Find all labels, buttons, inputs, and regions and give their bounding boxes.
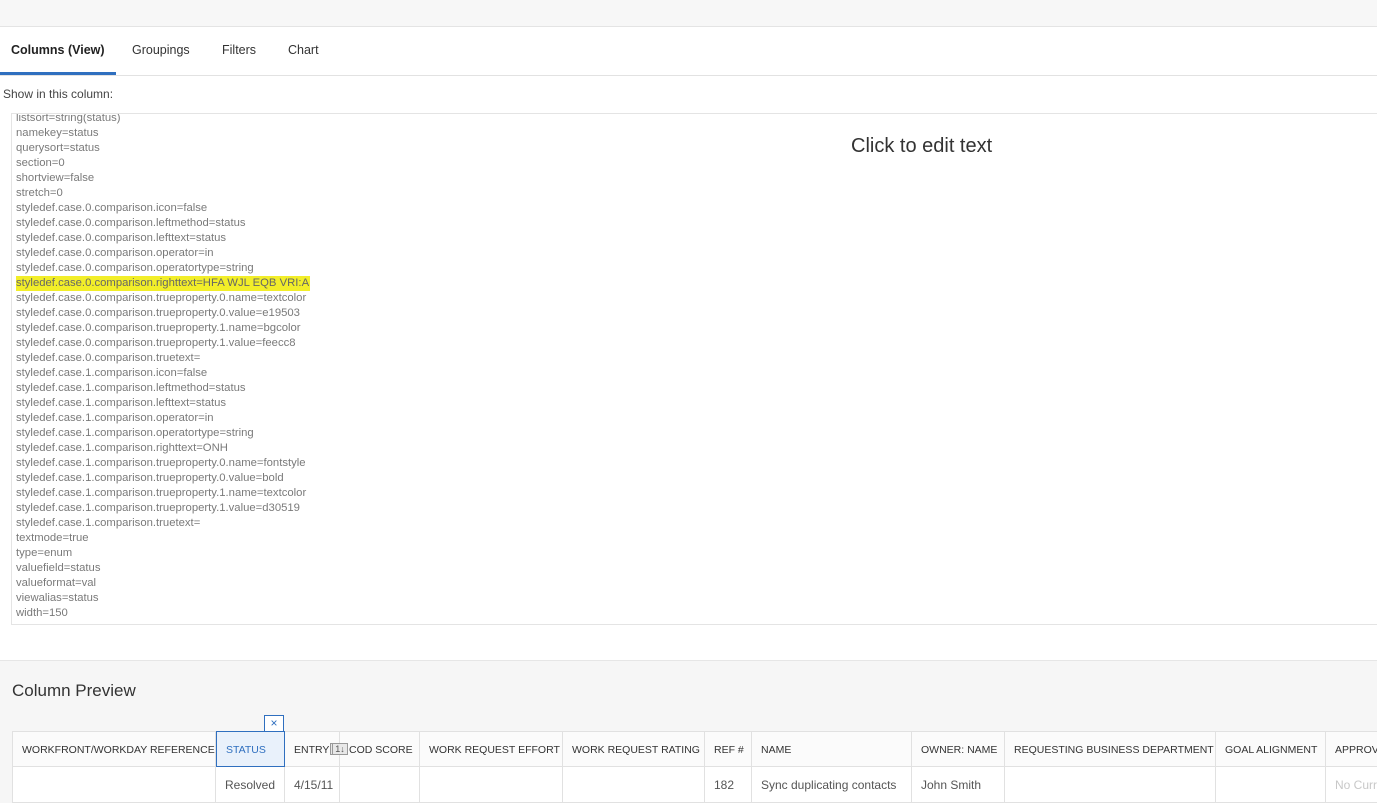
editor-line: textmode=true xyxy=(16,532,89,544)
editor-line: styledef.case.1.comparison.operator=in xyxy=(16,412,214,424)
preview-column-approval[interactable]: APPROV No Curr xyxy=(1326,731,1377,803)
editor-line: styledef.case.1.comparison.icon=false xyxy=(16,367,208,379)
preview-cell: Sync duplicating contacts xyxy=(752,767,912,803)
column-header[interactable]: GOAL ALIGNMENT xyxy=(1216,731,1326,767)
preview-cell xyxy=(340,767,420,803)
sort-order-badge: 1↓ xyxy=(332,743,348,755)
editor-line: shortview=false xyxy=(16,172,95,184)
column-header-label: REQUESTING BUSINESS DEPARTMENT xyxy=(1014,744,1214,756)
editor-line: stretch=0 xyxy=(16,187,63,199)
preview-column-work-request-rating[interactable]: WORK REQUEST RATING xyxy=(563,731,705,803)
column-header-label: WORKFRONT/WORKDAY REFERENCE xyxy=(22,744,215,756)
column-header[interactable]: STATUS xyxy=(216,731,285,767)
editor-line: type=enum xyxy=(16,547,73,559)
editor-line: viewalias=status xyxy=(16,592,99,604)
highlighted-editor-line: styledef.case.0.comparison.righttext=HFA… xyxy=(16,276,311,291)
column-header[interactable]: WORK REQUEST RATING xyxy=(563,731,705,767)
editor-line: styledef.case.1.comparison.truetext= xyxy=(16,517,201,529)
preview-cell: No Curr xyxy=(1326,767,1377,803)
column-preview-title: Column Preview xyxy=(12,681,136,700)
tab-filters[interactable]: Filters xyxy=(222,27,256,75)
column-header-label: OWNER: NAME xyxy=(921,744,998,756)
column-header-label: GOAL ALIGNMENT xyxy=(1225,744,1318,756)
text-mode-editor[interactable]: listsort=string(status) namekey=status que… xyxy=(11,113,1377,625)
tab-columns-view[interactable]: Columns (View) xyxy=(11,27,105,75)
editor-line: listsort=string(status) xyxy=(16,113,121,124)
column-header-label: APPROV xyxy=(1335,744,1377,756)
column-header[interactable]: OWNER: NAME xyxy=(912,731,1005,767)
editor-line: styledef.case.0.comparison.operatortype=… xyxy=(16,262,254,274)
click-to-edit-link[interactable]: Click to edit text xyxy=(851,135,992,158)
show-in-column-label: Show in this column: xyxy=(3,87,114,101)
column-header-label: WORK REQUEST RATING xyxy=(572,744,700,756)
preview-table: WORKFRONT/WORKDAY REFERENCE STATUS Resolve… xyxy=(12,731,1377,803)
preview-cell xyxy=(1005,767,1216,803)
editor-line: namekey=status xyxy=(16,127,99,139)
editor-line: styledef.case.1.comparison.trueproperty.… xyxy=(16,487,307,499)
editor-line: section=0 xyxy=(16,157,65,169)
editor-line: width=150 xyxy=(16,607,68,619)
tab-chart[interactable]: Chart xyxy=(288,27,319,75)
preview-column-entry[interactable]: ENTRY2↑4/15/11 xyxy=(285,731,346,803)
preview-cell: 182 xyxy=(705,767,752,803)
editor-line: styledef.case.1.comparison.operatortype=… xyxy=(16,427,254,439)
editor-line: styledef.case.1.comparison.trueproperty.… xyxy=(16,502,300,514)
editor-line: styledef.case.0.comparison.truetext= xyxy=(16,352,201,364)
column-header[interactable]: REF # xyxy=(705,731,752,767)
preview-column-cod-score[interactable]: COD SCORE 1↓ xyxy=(332,731,420,803)
preview-column-owner-name[interactable]: OWNER: NAME John Smith xyxy=(912,731,1005,803)
column-header-label: NAME xyxy=(761,744,792,756)
editor-line: styledef.case.1.comparison.righttext=ONH xyxy=(16,442,228,454)
column-header-label: WORK REQUEST EFFORT xyxy=(429,744,560,756)
preview-cell: John Smith xyxy=(912,767,1005,803)
column-preview-section: Column Preview × WORKFRONT/WORKDAY REFER… xyxy=(0,660,1377,803)
column-header[interactable]: COD SCORE xyxy=(340,731,420,767)
editor-line: styledef.case.1.comparison.trueproperty.… xyxy=(16,457,306,469)
column-header[interactable]: WORK REQUEST EFFORT xyxy=(420,731,563,767)
preview-column-requesting-business-department[interactable]: REQUESTING BUSINESS DEPARTMENT xyxy=(1005,731,1216,803)
column-header-label: ENTRY xyxy=(294,744,330,756)
top-bar xyxy=(0,0,1377,27)
editor-line: styledef.case.1.comparison.leftmethod=st… xyxy=(16,382,246,394)
editor-line: styledef.case.0.comparison.trueproperty.… xyxy=(16,307,300,319)
preview-cell xyxy=(12,767,216,803)
editor-line: styledef.case.0.comparison.icon=false xyxy=(16,202,208,214)
editor-line: valuefield=status xyxy=(16,562,101,574)
editor-line: styledef.case.0.comparison.operator=in xyxy=(16,247,214,259)
editor-line: styledef.case.1.comparison.lefttext=stat… xyxy=(16,397,227,409)
column-header[interactable]: NAME xyxy=(752,731,912,767)
column-header-label: REF # xyxy=(714,744,744,756)
editor-line: styledef.case.0.comparison.trueproperty.… xyxy=(16,292,307,304)
editor-line: styledef.case.0.comparison.lefttext=stat… xyxy=(16,232,227,244)
tab-groupings[interactable]: Groupings xyxy=(132,27,190,75)
editor-line: styledef.case.1.comparison.trueproperty.… xyxy=(16,472,284,484)
column-header-label: STATUS xyxy=(226,744,266,756)
preview-column-goal-alignment[interactable]: GOAL ALIGNMENT xyxy=(1216,731,1326,803)
column-header[interactable]: REQUESTING BUSINESS DEPARTMENT xyxy=(1005,731,1216,767)
preview-column-name[interactable]: NAME Sync duplicating contacts xyxy=(752,731,912,803)
editor-line: valueformat=val xyxy=(16,577,97,589)
editor-line: styledef.case.0.comparison.leftmethod=st… xyxy=(16,217,246,229)
preview-cell xyxy=(563,767,705,803)
preview-cell: 4/15/11 xyxy=(285,767,340,803)
preview-cell xyxy=(1216,767,1326,803)
editor-line: styledef.case.0.comparison.trueproperty.… xyxy=(16,322,301,334)
tab-bar: Columns (View) Groupings Filters Chart xyxy=(0,27,1377,76)
preview-cell xyxy=(420,767,563,803)
preview-column-workfront-workday-reference[interactable]: WORKFRONT/WORKDAY REFERENCE xyxy=(12,731,216,803)
column-header[interactable]: WORKFRONT/WORKDAY REFERENCE xyxy=(12,731,216,767)
preview-column-status[interactable]: STATUS Resolved xyxy=(216,731,285,803)
column-header-label: COD SCORE xyxy=(349,744,413,756)
preview-column-work-request-effort[interactable]: WORK REQUEST EFFORT xyxy=(420,731,563,803)
editor-line: styledef.case.0.comparison.trueproperty.… xyxy=(16,337,296,349)
preview-column-ref-number[interactable]: REF # 182 xyxy=(705,731,752,803)
editor-lines: listsort=string(status) namekey=status que… xyxy=(16,113,311,621)
column-header[interactable]: APPROV xyxy=(1326,731,1377,767)
active-tab-indicator xyxy=(0,72,116,75)
editor-line: querysort=status xyxy=(16,142,100,154)
preview-cell: Resolved xyxy=(216,767,285,803)
